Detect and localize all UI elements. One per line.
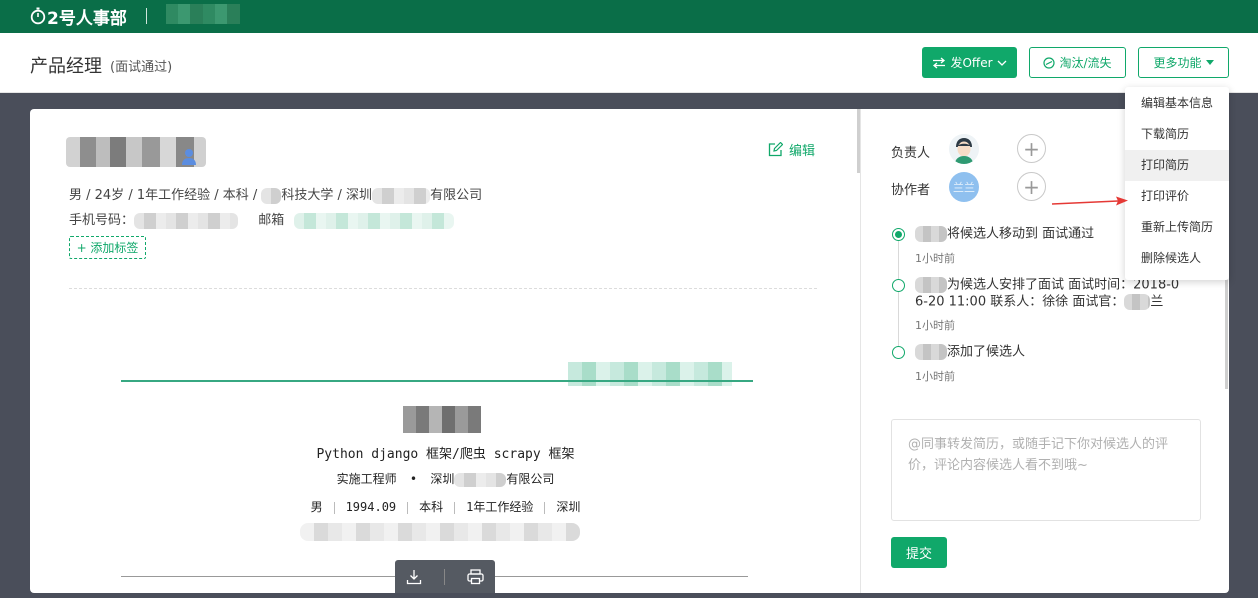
timeline-time: 1小时前 [915, 319, 955, 332]
timeline-text: 兰 [1150, 294, 1164, 309]
owner-avatar[interactable] [949, 134, 979, 164]
school-suffix: 科技大学 / 深圳 [281, 188, 373, 203]
timeline-dot [892, 346, 905, 359]
red-arrow-icon [1051, 196, 1128, 206]
resume-gender: 男 [310, 500, 323, 514]
more-actions-button[interactable]: 更多功能 [1138, 47, 1229, 78]
menu-item-reupload-resume[interactable]: 重新上传简历 [1125, 212, 1229, 243]
timeline-time: 1小时前 [915, 252, 955, 265]
more-actions-label: 更多功能 [1153, 56, 1202, 70]
contact-line: 手机号码： 邮箱 [69, 209, 455, 229]
plus-icon: + [1023, 136, 1040, 161]
email-label: 邮箱 [258, 213, 285, 228]
actor-blurred [915, 226, 947, 242]
menu-item-download-resume[interactable]: 下载简历 [1125, 119, 1229, 150]
male-icon [182, 149, 196, 165]
resume-bullet: • [409, 472, 418, 486]
company-suffix: 有限公司 [430, 188, 483, 203]
add-collaborator-button[interactable]: + [1017, 172, 1046, 201]
toolbar-divider [444, 568, 445, 585]
timeline-text: 将候选人移动到 面试通过 [947, 226, 1095, 242]
add-tag-button[interactable]: + 添加标签 [69, 236, 146, 259]
menu-item-delete-candidate[interactable]: 删除候选人 [1125, 243, 1229, 274]
eliminate-button[interactable]: 淘汰/流失 [1029, 47, 1126, 78]
timeline-item: 为候选人安排了面试 面试时间：2018-0 6-20 11:00 联系人：徐徐 … [915, 277, 1215, 310]
edit-label: 编辑 [789, 144, 816, 159]
company-name-blurred [166, 4, 240, 24]
send-offer-button[interactable]: 发Offer [922, 47, 1017, 78]
page-header: 产品经理 (面试通过) 发Offer 淘汰/流失 更多功能 [0, 33, 1258, 93]
collaborator-avatar[interactable]: 兰兰 [949, 172, 979, 202]
timeline-dot [892, 228, 905, 241]
candidate-card: 编辑 男 / 24岁 / 1年工作经验 / 本科 / 科技大学 / 深圳 有限公司… [30, 109, 1229, 593]
phone-blurred [134, 212, 239, 229]
actor-blurred [915, 344, 947, 360]
resume-city: 深圳 [556, 500, 581, 514]
add-owner-button[interactable]: + [1017, 134, 1046, 163]
logo-divider [146, 8, 147, 24]
app-name: 2号人事部 [47, 8, 127, 29]
email-blurred [294, 212, 455, 229]
actor-blurred [915, 277, 947, 293]
resume-header-blurred [568, 362, 732, 386]
timeline-time: 1小时前 [915, 370, 955, 383]
timeline-item: 将候选人移动到 面试通过 [915, 226, 1094, 243]
edit-candidate-link[interactable]: 编辑 [768, 140, 815, 159]
interviewer-blurred [1124, 293, 1151, 310]
resume-position: 实施工程师 [336, 472, 397, 486]
candidate-summary: 男 / 24岁 / 1年工作经验 / 本科 / 科技大学 / 深圳 有限公司 [69, 184, 482, 204]
company-blurred [372, 187, 431, 204]
top-bar: 2号人事部 [0, 0, 1258, 33]
resume-city-prefix: 深圳 [430, 472, 455, 486]
eliminate-label: 淘汰/流失 [1059, 56, 1112, 70]
resume-header-rule [121, 380, 753, 382]
section-divider [69, 288, 817, 289]
timeline-text: 添加了候选人 [947, 344, 1026, 360]
resume-contact-blurred [300, 523, 580, 541]
page-title: 产品经理 [30, 56, 102, 77]
stage-status: (面试通过) [110, 60, 173, 75]
more-actions-menu: 编辑基本信息 下载简历 打印简历 打印评价 重新上传简历 删除候选人 [1125, 87, 1229, 280]
resume-name-blurred [403, 406, 481, 433]
chevron-down-icon [997, 60, 1006, 66]
candidate-detail-pane: 编辑 男 / 24岁 / 1年工作经验 / 本科 / 科技大学 / 深圳 有限公司… [30, 109, 861, 593]
school-blurred [261, 187, 282, 204]
collaborator-label: 协作者 [891, 183, 931, 198]
phone-label: 手机号码： [69, 213, 135, 228]
edit-icon [768, 142, 783, 157]
resume-company-blurred [454, 472, 507, 487]
resume-skills-line: Python django 框架/爬虫 scrapy 框架 [316, 447, 575, 462]
menu-item-print-resume[interactable]: 打印简历 [1125, 150, 1229, 181]
resume-birth: 1994.09 [345, 500, 397, 514]
submit-comment-button[interactable]: 提交 [891, 537, 947, 568]
resume-toolbar [395, 560, 495, 593]
swap-arrows-icon [933, 57, 946, 68]
send-offer-label: 发Offer [950, 56, 993, 70]
caret-down-icon [1205, 60, 1214, 65]
candidate-basic-info: 男 / 24岁 / 1年工作经验 / 本科 / [69, 188, 262, 203]
stopwatch-icon [30, 7, 46, 25]
timeline-dot [892, 279, 905, 292]
resume-facts-line: 男 1994.09 本科 1年工作经验 深圳 [30, 498, 861, 515]
timeline-text: 6-20 11:00 联系人：徐徐 面试官： [915, 294, 1125, 309]
resume-company-suffix: 有限公司 [506, 472, 555, 486]
owner-avatar-icon [949, 134, 979, 164]
print-icon[interactable] [467, 568, 484, 585]
resume-degree: 本科 [419, 500, 444, 514]
left-scrollbar[interactable] [857, 109, 860, 173]
comment-input[interactable]: @同事转发简历，或随手记下你对候选人的评价，评论内容候选人看不到哦~ [891, 419, 1201, 521]
download-icon[interactable] [406, 569, 422, 585]
resume-experience: 1年工作经验 [466, 500, 534, 514]
ban-icon [1043, 56, 1056, 69]
plus-icon: + [1023, 174, 1040, 199]
menu-item-print-evaluation[interactable]: 打印评价 [1125, 181, 1229, 212]
resume-position-line: 实施工程师 • 深圳 有限公司 [30, 470, 861, 487]
owner-label: 负责人 [891, 146, 931, 161]
menu-item-edit-basic-info[interactable]: 编辑基本信息 [1125, 88, 1229, 119]
timeline-rail [898, 237, 899, 355]
timeline-item: 添加了候选人 [915, 344, 1025, 361]
app-logo[interactable]: 2号人事部 [30, 5, 127, 29]
